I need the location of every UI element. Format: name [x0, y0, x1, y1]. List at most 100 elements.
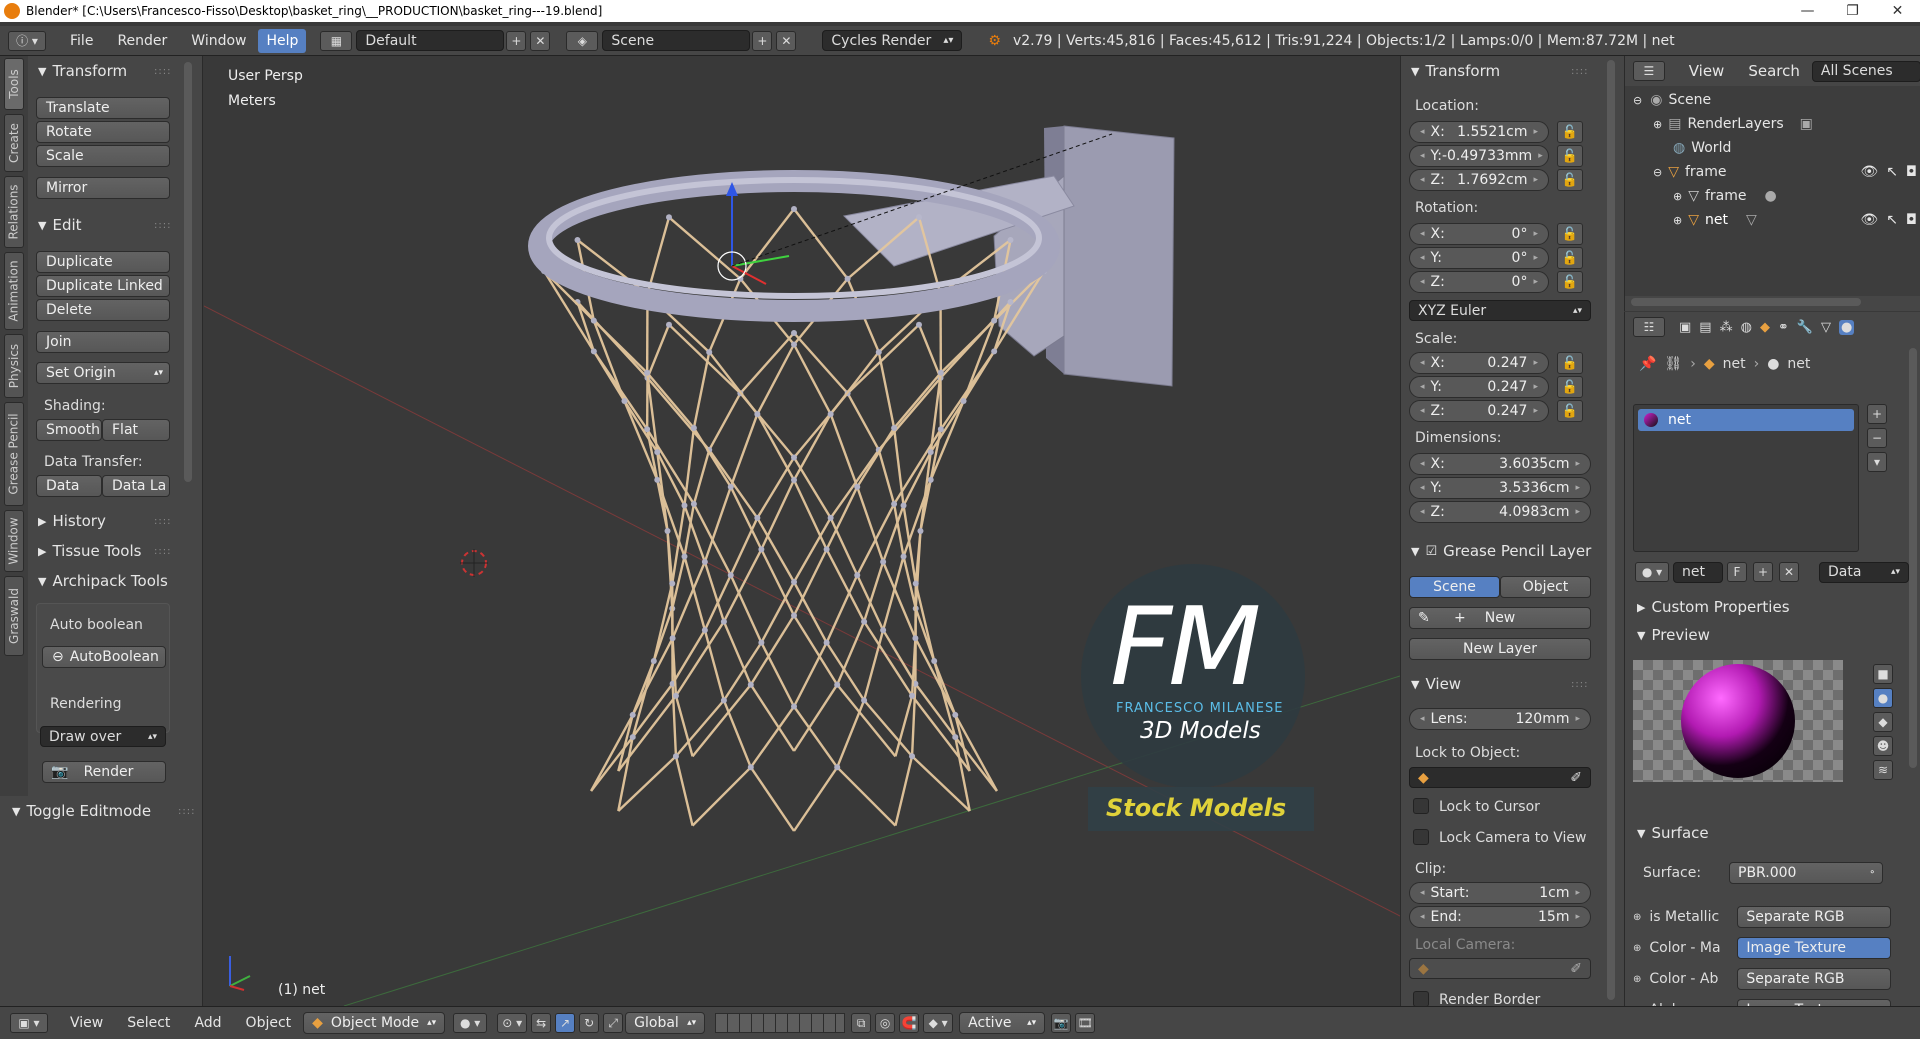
tab-physics[interactable]: Physics: [4, 334, 24, 398]
tab-window[interactable]: Window: [4, 510, 24, 572]
lock-rotation-y-icon[interactable]: 🔓: [1557, 247, 1583, 269]
constraints-tab-icon[interactable]: ⚭: [1778, 320, 1789, 335]
surface-shader-button[interactable]: PBR.000 ⚬: [1729, 862, 1883, 884]
browse-material-icon[interactable]: ● ▾: [1635, 562, 1669, 582]
tab-create[interactable]: Create: [4, 114, 24, 172]
restore-icon[interactable]: ❐: [1830, 3, 1875, 19]
dimensions-z-field[interactable]: Z: 4.0983cm: [1409, 501, 1591, 523]
lock-object-field[interactable]: ◆ ✐: [1409, 767, 1591, 788]
3d-viewport[interactable]: User Persp Meters FM FRANCESCO MILANESE …: [204, 56, 1400, 1006]
info-editor-icon[interactable]: ⓘ ▾: [8, 30, 46, 51]
edit-panel-header[interactable]: ▼ Edit: [38, 216, 82, 234]
preview-monkey-icon[interactable]: ☻: [1873, 736, 1893, 756]
menu-help[interactable]: Help: [258, 28, 307, 53]
delete-button[interactable]: Delete: [36, 299, 170, 321]
lock-rotation-z-icon[interactable]: 🔓: [1557, 271, 1583, 293]
preview-panel-header[interactable]: ▼ Preview: [1637, 626, 1710, 644]
material-tab-icon[interactable]: ●: [1839, 319, 1855, 335]
tool-shelf-scrollbar[interactable]: [184, 62, 192, 482]
visibility-eye-icon[interactable]: 👁: [1860, 164, 1878, 180]
scale-y-field[interactable]: Y: 0.247: [1409, 376, 1549, 398]
snap-icon[interactable]: 🧲: [899, 1013, 920, 1033]
duplicate-button[interactable]: Duplicate: [36, 251, 170, 273]
visibility-eye-icon[interactable]: 👁: [1860, 212, 1878, 228]
tab-relations[interactable]: Relations: [4, 176, 24, 248]
proportional-edit-icon[interactable]: ◎: [875, 1013, 896, 1033]
tab-animation[interactable]: Animation: [4, 252, 24, 330]
rotation-x-field[interactable]: X: 0°: [1409, 223, 1549, 245]
outliner-editor-icon[interactable]: ☰: [1633, 61, 1665, 81]
outliner-row-frame-mesh[interactable]: ⊕ ▽ frame ●: [1625, 184, 1920, 208]
lens-field[interactable]: Lens: 120mm: [1409, 708, 1591, 730]
select-cursor-icon[interactable]: ↖: [1886, 212, 1898, 228]
gp-new-button[interactable]: ✎ + New: [1409, 607, 1591, 629]
viewport-object-menu[interactable]: Object: [234, 1015, 304, 1031]
surface-panel-header[interactable]: ▼ Surface: [1637, 824, 1709, 842]
add-screen-icon[interactable]: +: [506, 30, 527, 51]
custom-properties-header[interactable]: ▶ Custom Properties: [1637, 598, 1790, 616]
lock-scale-y-icon[interactable]: 🔓: [1557, 376, 1583, 398]
screen-layout-field[interactable]: Default: [356, 30, 505, 51]
tab-grease-pencil[interactable]: Grease Pencil: [4, 402, 24, 506]
pin-icon[interactable]: 📌: [1639, 356, 1656, 372]
render-animation-icon[interactable]: 🎞: [1075, 1013, 1096, 1033]
scene-tab-icon[interactable]: ⁂: [1720, 320, 1733, 335]
render-tab-icon[interactable]: ▣: [1679, 320, 1691, 335]
expand-icon[interactable]: ⊕: [1673, 190, 1682, 203]
grease-pencil-layer-header[interactable]: ▼ ☑ Grease Pencil Layer: [1411, 542, 1591, 560]
outliner-hscrollbar[interactable]: [1631, 298, 1861, 306]
scale-manipulator-icon[interactable]: ⤢: [603, 1013, 624, 1033]
fake-user-button[interactable]: F: [1727, 562, 1747, 582]
set-origin-select[interactable]: Set Origin ▴▾: [36, 362, 170, 384]
minimize-icon[interactable]: —: [1785, 3, 1830, 19]
close-icon[interactable]: ✕: [1875, 3, 1920, 19]
preview-plane-icon[interactable]: ■: [1873, 664, 1893, 684]
render-camera-icon[interactable]: ◘: [1906, 164, 1917, 180]
rotation-y-field[interactable]: Y: 0°: [1409, 247, 1549, 269]
location-x-field[interactable]: X: 1.5521cm: [1409, 121, 1549, 143]
autoboolean-button[interactable]: ⊖ AutoBoolean: [42, 646, 166, 668]
collapse-icon[interactable]: ⊖: [1633, 94, 1642, 107]
outliner-row-net[interactable]: ⊕ ▽ net ▽ 👁 ↖ ◘: [1625, 208, 1920, 232]
render-camera-icon[interactable]: ◘: [1906, 212, 1917, 228]
menu-render[interactable]: Render: [105, 33, 179, 49]
panel-grip-icon[interactable]: ::::: [154, 66, 171, 77]
properties-editor-icon[interactable]: ☷: [1633, 317, 1665, 337]
render-button[interactable]: 📷 Render: [42, 761, 166, 783]
material-slot-row[interactable]: net: [1638, 409, 1854, 431]
data-button[interactable]: Data: [36, 475, 102, 497]
tissue-tools-panel-header[interactable]: ▶ Tissue Tools: [38, 542, 141, 560]
link-socket-icon[interactable]: ⊕: [1633, 912, 1641, 923]
checkbox-checked-icon[interactable]: ☑: [1425, 544, 1437, 559]
snap-element-icon[interactable]: ◆ ▾: [923, 1013, 954, 1033]
slot-specials-icon[interactable]: ▾: [1867, 452, 1887, 472]
panel-grip-icon[interactable]: ::::: [178, 806, 195, 817]
lock-location-x-icon[interactable]: 🔓: [1557, 121, 1583, 143]
scene-layers-grid[interactable]: [715, 1013, 846, 1033]
dimensions-x-field[interactable]: X: 3.6035cm: [1409, 453, 1591, 475]
snap-target-select[interactable]: Active ▴▾: [959, 1012, 1046, 1034]
world-tab-icon[interactable]: ◍: [1741, 320, 1752, 335]
surface-input-node-button[interactable]: Separate RGB: [1737, 968, 1892, 990]
transform-panel-header[interactable]: ▼ Transform: [38, 62, 127, 80]
new-material-icon[interactable]: +: [1753, 562, 1773, 582]
interaction-mode-select[interactable]: ◆ Object Mode ▴▾: [303, 1012, 446, 1034]
outliner-view-menu[interactable]: View: [1677, 62, 1737, 80]
location-z-field[interactable]: Z: 1.7692cm: [1409, 169, 1549, 191]
surface-input-node-button[interactable]: Image Texture: [1737, 937, 1892, 959]
preview-hair-icon[interactable]: ≋: [1873, 760, 1893, 780]
lock-scale-z-icon[interactable]: 🔓: [1557, 400, 1583, 422]
draw-over-select[interactable]: Draw over ▴▾: [40, 726, 166, 747]
layers-tab-icon[interactable]: ▤: [1699, 320, 1711, 335]
scene-icon[interactable]: ◈: [566, 30, 599, 51]
properties-scrollbar[interactable]: [1909, 348, 1917, 768]
data-layout-button[interactable]: Data La: [102, 475, 170, 497]
lock-location-z-icon[interactable]: 🔓: [1557, 169, 1583, 191]
menu-window[interactable]: Window: [179, 33, 258, 49]
remove-slot-icon[interactable]: −: [1867, 428, 1887, 448]
lock-location-y-icon[interactable]: 🔓: [1557, 145, 1583, 167]
gp-object-button[interactable]: Object: [1500, 576, 1591, 598]
viewport-view-menu[interactable]: View: [58, 1015, 115, 1031]
translate-manipulator-icon[interactable]: ↗: [555, 1013, 576, 1033]
collapse-icon[interactable]: ⊖: [1653, 166, 1662, 179]
